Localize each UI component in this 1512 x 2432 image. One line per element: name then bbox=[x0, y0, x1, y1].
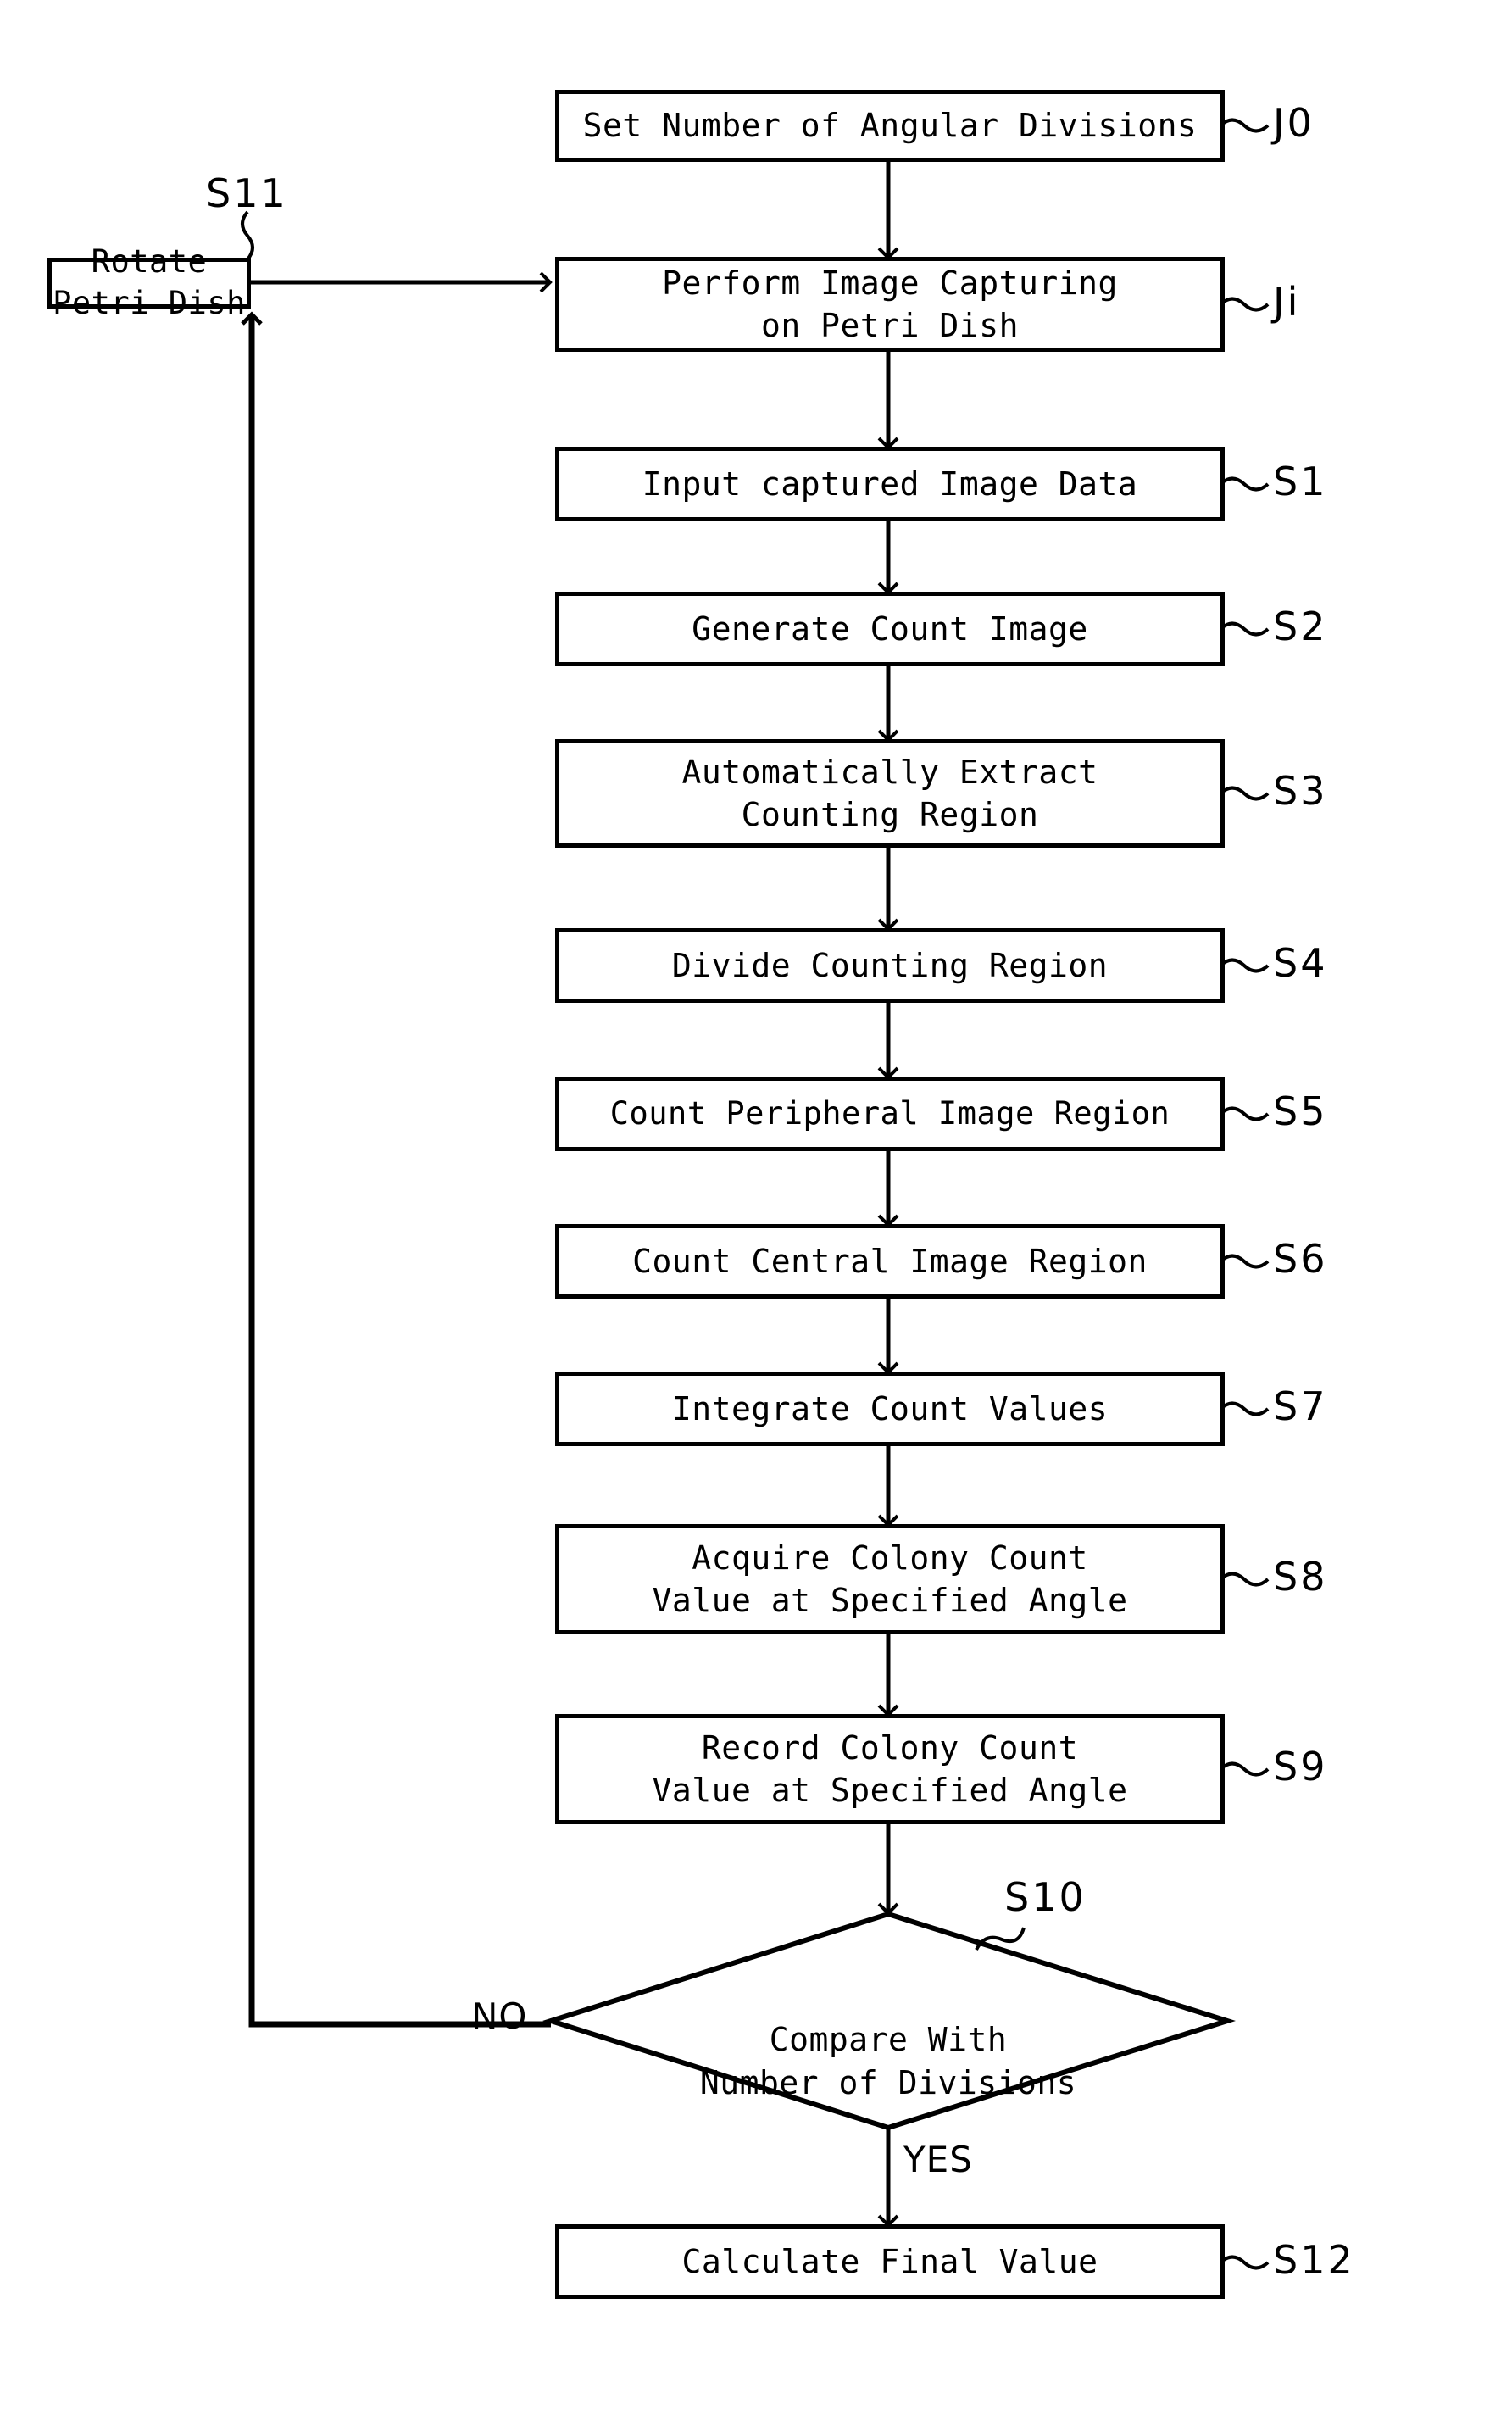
node-label: Count Central Image Region bbox=[632, 1242, 1148, 1280]
ref-label-s2: S2 bbox=[1273, 604, 1328, 649]
node-count-peripheral-image-region[interactable]: Count Peripheral Image Region bbox=[555, 1077, 1225, 1151]
leader-ji bbox=[1219, 297, 1270, 312]
node-label: Count Peripheral Image Region bbox=[609, 1094, 1170, 1132]
node-generate-count-image[interactable]: Generate Count Image bbox=[555, 592, 1225, 666]
node-rotate-petri-dish[interactable]: Rotate Petri Dish bbox=[47, 243, 251, 321]
node-label: Integrate Count Values bbox=[671, 1389, 1109, 1427]
leader-s7 bbox=[1219, 1401, 1270, 1416]
node-divide-counting-region[interactable]: Divide Counting Region bbox=[555, 928, 1225, 1003]
ref-label-s8: S8 bbox=[1273, 1554, 1328, 1600]
node-automatically-extract-counting-region[interactable]: Automatically Extract Counting Region bbox=[555, 739, 1225, 848]
ref-label-j0: J0 bbox=[1273, 100, 1315, 146]
node-label: Perform Image Capturing on Petri Dish bbox=[662, 264, 1118, 344]
node-calculate-final-value[interactable]: Calculate Final Value bbox=[555, 2224, 1225, 2299]
node-label: Input captured Image Data bbox=[642, 465, 1138, 503]
node-label: Record Colony Count Value at Specified A… bbox=[652, 1728, 1128, 1809]
node-acquire-colony-count-value[interactable]: Acquire Colony Count Value at Specified … bbox=[555, 1524, 1225, 1634]
edge-s10-s11-no bbox=[241, 311, 551, 2028]
node-label: Compare With Number of Divisions bbox=[699, 2020, 1077, 2101]
ref-label-s10: S10 bbox=[1004, 1874, 1087, 1920]
node-input-captured-image-data[interactable]: Input captured Image Data bbox=[555, 447, 1225, 521]
ref-label-s7: S7 bbox=[1273, 1383, 1328, 1429]
ref-label-s3: S3 bbox=[1273, 768, 1328, 814]
node-count-central-image-region[interactable]: Count Central Image Region bbox=[555, 1224, 1225, 1299]
node-label: Calculate Final Value bbox=[681, 2242, 1098, 2280]
ref-label-s11: S11 bbox=[206, 170, 288, 216]
leader-s2 bbox=[1219, 621, 1270, 637]
leader-s6 bbox=[1219, 1254, 1270, 1269]
node-label: Rotate Petri Dish bbox=[53, 243, 246, 321]
node-label: Divide Counting Region bbox=[671, 946, 1109, 984]
ref-label-s6: S6 bbox=[1273, 1236, 1328, 1282]
flowchart-diagram: Set Number of Angular Divisions Perform … bbox=[0, 0, 1512, 2432]
node-label: Automatically Extract Counting Region bbox=[681, 753, 1098, 833]
leader-s12 bbox=[1219, 2255, 1270, 2270]
node-label: Acquire Colony Count Value at Specified … bbox=[652, 1539, 1128, 1619]
node-label: Set Number of Angular Divisions bbox=[582, 107, 1198, 145]
node-label: Generate Count Image bbox=[692, 609, 1088, 648]
node-record-colony-count-value[interactable]: Record Colony Count Value at Specified A… bbox=[555, 1714, 1225, 1824]
leader-j0 bbox=[1219, 118, 1270, 133]
ref-label-s5: S5 bbox=[1273, 1088, 1328, 1134]
leader-s8 bbox=[1219, 1572, 1270, 1587]
ref-label-ji: Ji bbox=[1273, 279, 1301, 325]
leader-s4 bbox=[1219, 958, 1270, 973]
node-integrate-count-values[interactable]: Integrate Count Values bbox=[555, 1372, 1225, 1446]
leader-s5 bbox=[1219, 1106, 1270, 1121]
ref-label-s9: S9 bbox=[1273, 1744, 1328, 1789]
leader-s3 bbox=[1219, 786, 1270, 801]
node-perform-image-capturing[interactable]: Perform Image Capturing on Petri Dish bbox=[555, 257, 1225, 352]
branch-label-no: NO bbox=[471, 1995, 528, 2037]
ref-label-s1: S1 bbox=[1273, 459, 1328, 504]
leader-s9 bbox=[1219, 1761, 1270, 1777]
node-set-number-of-angular-divisions[interactable]: Set Number of Angular Divisions bbox=[555, 90, 1225, 162]
branch-label-yes: YES bbox=[903, 2139, 973, 2180]
ref-label-s4: S4 bbox=[1273, 940, 1328, 986]
ref-label-s12: S12 bbox=[1273, 2237, 1355, 2283]
leader-s1 bbox=[1219, 476, 1270, 492]
node-compare-with-number-of-divisions[interactable]: Compare With Number of Divisions bbox=[634, 1975, 1142, 2105]
